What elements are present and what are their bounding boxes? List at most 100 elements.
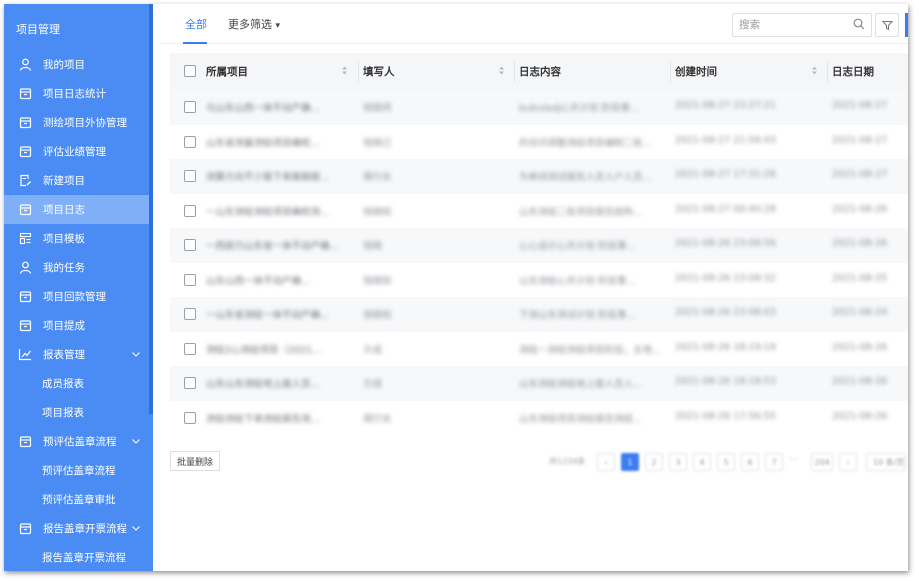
more-filters-label: 更多筛选 — [228, 18, 272, 31]
sidebar-item[interactable]: 成员报表 — [4, 369, 149, 398]
filter-button[interactable] — [875, 13, 899, 37]
column-divider[interactable] — [514, 61, 515, 82]
table-row[interactable]: 与山东山西一体不动产确... 钱晓珂 bubuladJ心天计划 阶段事... 2021… — [170, 90, 908, 125]
sidebar-scrollbar[interactable] — [149, 4, 153, 414]
column-divider[interactable] — [670, 61, 671, 82]
table-cell: bubuladJ心天计划 阶段事... — [519, 103, 639, 114]
table-row[interactable]: 测绘测绘下来测绘报告测... 周行长 山东测绘项目测绘报告测结... 2021-08-… — [170, 401, 908, 436]
table-cell: 山东测绘项目测绘报告测结... — [519, 413, 643, 425]
table-cell: 2021-08-26 — [832, 376, 888, 387]
more-filters-dropdown[interactable]: 更多筛选 ▾ — [228, 16, 280, 32]
row-checkbox[interactable] — [184, 135, 196, 148]
column-header[interactable]: 创建时间 — [675, 64, 717, 79]
chevron-down-icon — [131, 523, 141, 535]
sidebar-item[interactable]: 测绘项目外协管理 — [4, 108, 149, 137]
sort-icon[interactable] — [498, 65, 505, 79]
sidebar-item-label: 项目提成 — [43, 320, 85, 332]
sidebar-item-label: 项目回款管理 — [43, 291, 106, 303]
box-icon — [18, 290, 32, 304]
table-cell: 2021-08-27 21:56:43 — [675, 134, 776, 146]
sidebar-item[interactable]: 我的项目 — [4, 50, 149, 79]
table-row[interactable]: 山东山东测绘地上面人员... 方成 山东测绘测绘地上面人员人... 2021-08-2… — [170, 366, 908, 401]
select-all-checkbox[interactable] — [184, 65, 196, 77]
sidebar-item[interactable]: 报告盖章开票流程 — [4, 543, 149, 571]
sidebar-item-label: 我的任务 — [43, 262, 85, 274]
box-icon — [18, 435, 32, 449]
sidebar-item[interactable]: 项目回款管理 — [4, 282, 149, 311]
page-button[interactable]: 1 — [621, 453, 639, 471]
row-checkbox[interactable] — [184, 273, 196, 286]
tab-all[interactable]: 全部 — [185, 16, 207, 32]
table-cell: 钱晓珂 — [363, 103, 392, 114]
row-checkbox[interactable] — [184, 377, 196, 389]
next-page-button[interactable]: › — [839, 453, 857, 471]
table-cell: 2021-08-27 23:27:21 — [675, 100, 776, 111]
table-row[interactable]: 一西部力山东省一体不动产确... 钱晓 心心设计心天计划 阶段事... 2021-08… — [170, 228, 908, 263]
sidebar-item[interactable]: 预评估盖章流程 — [4, 427, 149, 456]
page-button[interactable]: 7 — [765, 453, 783, 471]
sidebar-item[interactable]: 项目模板 — [4, 224, 149, 253]
table-cell: 山东山西一体不动产确... — [206, 275, 311, 287]
column-header[interactable]: 填写人 — [363, 64, 395, 79]
row-checkbox[interactable] — [184, 170, 196, 182]
sidebar-item[interactable]: 预评估盖章审批 — [4, 485, 149, 514]
sidebar-item[interactable]: 新建项目 — [4, 166, 149, 195]
batch-delete-button[interactable]: 批量删除 — [170, 451, 221, 471]
page-button[interactable]: 204 — [811, 453, 833, 471]
table-row[interactable]: 一山东省测绘一体不动产确... 钱晓知 下测山东测试计划 阶段事... 2021-08… — [170, 297, 908, 332]
page-button[interactable]: 4 — [693, 453, 711, 471]
column-header[interactable]: 日志日期 — [832, 64, 874, 79]
sidebar-item[interactable]: 我的任务 — [4, 253, 149, 282]
row-checkbox[interactable] — [184, 101, 196, 113]
sidebar-item[interactable]: 项目日志统计 — [4, 79, 149, 108]
row-checkbox[interactable] — [184, 204, 196, 217]
sort-icon[interactable] — [811, 65, 818, 79]
table-cell: 测绘2心测绘项目（2021... — [206, 344, 322, 356]
row-checkbox[interactable] — [184, 239, 196, 251]
chevron-down-icon — [131, 349, 141, 361]
row-checkbox[interactable] — [184, 308, 196, 320]
table-cell: 一山东测绘测绘项目确权测... — [206, 206, 330, 218]
row-checkbox[interactable] — [184, 411, 196, 424]
table-header: 所属项目 填写人 日志内容 创建时间 日志日期 — [170, 53, 908, 90]
table-row[interactable]: 测算方向不少报下来做做报... 周行长 为单间测试报告人员入户人员... 2021-0… — [170, 159, 908, 194]
sidebar-item[interactable]: 预评估盖章流程 — [4, 456, 149, 485]
table-cell: 2021-08-25 — [832, 272, 888, 284]
page-button[interactable]: 6 — [741, 453, 759, 471]
column-header[interactable]: 所属项目 — [206, 64, 248, 79]
sidebar-item-label: 新建项目 — [43, 175, 85, 187]
table-row[interactable]: 山东山西一体不动产确... 钱晓知 山东测绘心天计划 阶段事... 2021-08-2… — [170, 263, 908, 298]
sidebar-item[interactable]: 项目提成 — [4, 311, 149, 340]
table-cell: 2021-08-27 00:40:28 — [675, 203, 776, 215]
page-button[interactable]: 3 — [669, 453, 687, 471]
column-header[interactable]: 日志内容 — [519, 64, 561, 79]
sort-icon[interactable] — [341, 65, 348, 79]
prev-page-button[interactable]: ‹ — [597, 453, 615, 471]
table-cell: 2021-08-26 23:08:32 — [675, 272, 776, 284]
sidebar-item[interactable]: 报表管理 — [4, 340, 149, 369]
page-button[interactable]: 5 — [717, 453, 735, 471]
table-cell: 2021-08-24 — [832, 307, 888, 318]
page-size-select[interactable]: 10 条/页 — [866, 453, 906, 471]
box-icon — [18, 319, 32, 333]
page-button[interactable]: 2 — [645, 453, 663, 471]
sidebar-item[interactable]: 项目报表 — [4, 398, 149, 427]
sidebar-item-label: 项目报表 — [42, 407, 84, 419]
table-row[interactable]: 测绘2心测绘项目（2021... 方成 测绘一测绘测绘项目阶段，主地... 2021-… — [170, 332, 908, 367]
sidebar-item[interactable]: 报告盖章开票流程 — [4, 514, 149, 543]
sidebar-item[interactable]: 项目日志 — [4, 195, 149, 224]
file-edit-icon — [18, 174, 32, 188]
search-input[interactable] — [733, 14, 848, 36]
table-cell: 2021-08-26 — [832, 341, 888, 353]
sidebar-item[interactable]: 评估业绩管理 — [4, 137, 149, 166]
search-icon[interactable] — [853, 18, 865, 33]
column-divider[interactable] — [827, 61, 828, 82]
table-row[interactable]: 山东省测量测绘项目确权... 钱晓己 的访问调整测绘项目编制二批... 2021-08… — [170, 125, 908, 160]
table-cell: 2021-08-27 — [832, 169, 888, 180]
row-checkbox[interactable] — [184, 342, 196, 355]
column-divider[interactable] — [358, 61, 359, 82]
table-cell: 2021-08-26 — [832, 238, 888, 249]
table-row[interactable]: 一山东测绘测绘项目确权测... 钱晓知 山东测绘二批项目报告结构... 2021-08… — [170, 194, 908, 229]
table-cell: 山东测绘测绘地上面人员人... — [519, 379, 643, 390]
table-cell: 的访问调整测绘项目编制二批... — [519, 137, 652, 149]
